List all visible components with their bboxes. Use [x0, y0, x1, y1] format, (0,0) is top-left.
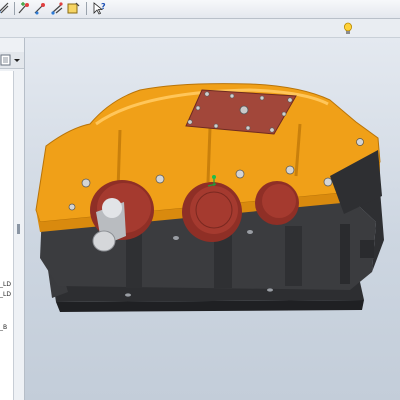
breather-plug	[239, 105, 249, 115]
node-refine-icon[interactable]	[50, 1, 65, 16]
housing-rib	[285, 226, 302, 286]
housing-rib	[126, 232, 142, 288]
lightbulb-icon[interactable]	[342, 21, 354, 35]
query-icon[interactable]	[66, 1, 81, 16]
housing-rib	[340, 224, 350, 284]
input-shaft-end[interactable]	[92, 230, 116, 252]
tree-node-label[interactable]: _LD	[0, 291, 11, 298]
model-tree-header	[0, 52, 24, 69]
bearing-cap-intermediate-face[interactable]	[190, 186, 238, 234]
tree-node-label[interactable]: _B	[0, 324, 7, 331]
tree-view-dropdown-icon[interactable]	[0, 52, 24, 68]
main-toolbar: ?	[0, 0, 400, 19]
help-whats-this-icon[interactable]: ?	[92, 1, 107, 16]
input-shaft-highlight	[102, 198, 122, 218]
gear-reducer-model[interactable]	[25, 38, 400, 400]
housing-stiffener	[206, 127, 212, 183]
base-plate-edge	[56, 300, 364, 312]
snap-grid-icon[interactable]	[0, 1, 11, 16]
cad-application-window: ? _LD _LD _B	[0, 0, 400, 400]
toolbar-separator	[14, 2, 15, 15]
panel-resize-handle[interactable]	[17, 224, 20, 234]
node-edit-icon[interactable]	[33, 1, 48, 16]
bearing-cap-output-face[interactable]	[262, 184, 296, 218]
model-tree[interactable]: _LD _LD _B	[0, 71, 14, 400]
model-tree-panel: _LD _LD _B	[0, 38, 25, 400]
graphics-viewport[interactable]	[25, 38, 400, 400]
housing-foot-right	[360, 240, 374, 258]
secondary-toolbar	[0, 19, 400, 38]
toolbar-separator	[86, 2, 87, 15]
svg-text:?: ?	[101, 2, 106, 11]
tree-node-label[interactable]: _LD	[0, 281, 11, 288]
node-add-icon[interactable]	[17, 1, 32, 16]
